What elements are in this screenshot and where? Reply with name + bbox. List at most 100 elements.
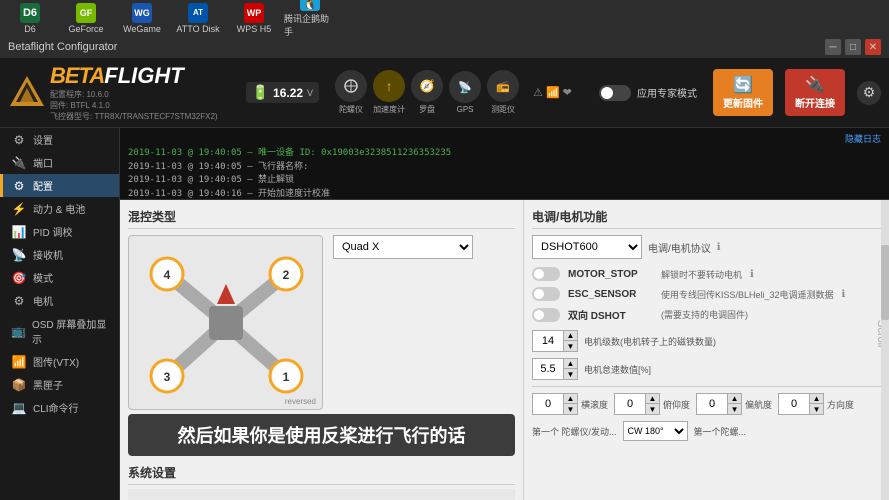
roll-value: 0 (615, 397, 645, 411)
logo-flight-text: FLIGHT (104, 63, 183, 89)
sidebar-item-cli[interactable]: 💻 CLI命令行 (0, 396, 119, 419)
sidebar-item-config[interactable]: ⚙ 配置 (0, 174, 119, 197)
maximize-button[interactable]: □ (845, 39, 861, 55)
scrollbar-thumb[interactable] (881, 245, 889, 320)
motor-idle-up[interactable]: ▲ (563, 359, 577, 369)
taskbar-app-geforce[interactable]: GF GeForce (60, 1, 112, 35)
motor-stop-row: MOTOR_STOP 解锁时不要转动电机 ℹ (532, 267, 881, 281)
sidebar-item-power[interactable]: ⚡ 动力 & 电池 (0, 197, 119, 220)
gyro-icon (343, 78, 359, 94)
sidebar-item-blackbox[interactable]: 📦 黑匣子 (0, 373, 119, 396)
svg-text:1: 1 (283, 370, 290, 384)
motor-idle-input: 5.5 ▲ ▼ (532, 358, 578, 380)
svg-text:3: 3 (164, 370, 171, 384)
drone-diagram: 4 2 3 1 reversed (128, 235, 323, 410)
sidebar-item-vtx[interactable]: 📶 图传(VTX) (0, 350, 119, 373)
gps-label: GPS (457, 105, 474, 114)
esc-sensor-info-icon[interactable]: ℹ (842, 289, 846, 300)
motor-stop-toggle[interactable] (532, 267, 560, 281)
heart-icon: ❤ (563, 86, 572, 99)
motor-poles-up[interactable]: ▲ (563, 331, 577, 341)
motor-idle-down[interactable]: ▼ (563, 369, 577, 379)
right-panel: Scroll 电调/电机功能 DSHOT600 DSHOT300 (524, 200, 889, 500)
taskbar-app-wegame[interactable]: WG WeGame (116, 1, 168, 35)
expert-toggle-switch[interactable] (599, 85, 631, 101)
sonar-icon-group: 📻 测距仪 (487, 70, 519, 115)
sidebar-modes-label: 模式 (33, 270, 53, 285)
sidebar-item-osd[interactable]: 📺 OSD 屏幕叠加显示 (0, 312, 119, 350)
sidebar-item-modes[interactable]: 🎯 模式 (0, 266, 119, 289)
pitch-down[interactable]: ▼ (563, 404, 577, 414)
scrollbar-track[interactable] (881, 200, 889, 500)
bidir-toggle[interactable] (532, 308, 560, 322)
esc-sensor-desc: 使用专线回传KISS/BLHeli_32电调遥测数据 (661, 288, 834, 301)
system-section: 系统设置 (128, 464, 515, 500)
sidebar-receiver-label: 接收机 (33, 247, 63, 262)
main-body: ⚙ 设置 🔌 端口 ⚙ 配置 ⚡ 动力 & 电池 📊 PID 调校 (0, 128, 889, 500)
minimize-button[interactable]: ─ (825, 39, 841, 55)
pitch-group: 0 ▲ ▼ 横滚度 (532, 393, 608, 415)
cw-select[interactable]: CW 180° CCW 0° CW 0° CCW 180° (623, 421, 688, 441)
motor-stop-info-icon[interactable]: ℹ (750, 269, 754, 280)
yaw-down[interactable]: ▼ (727, 404, 741, 414)
expert-mode-label: 应用专家模式 (637, 85, 697, 100)
second-motor-label: 第一个陀螺... (694, 425, 747, 438)
modes-icon: 🎯 (11, 271, 27, 285)
pitch-up[interactable]: ▲ (563, 394, 577, 404)
direction-up[interactable]: ▲ (809, 394, 823, 404)
svg-text:4: 4 (164, 268, 171, 282)
esc-sensor-toggle[interactable] (532, 287, 560, 301)
sidebar-item-receiver[interactable]: 📡 接收机 (0, 243, 119, 266)
sidebar-osd-label: OSD 屏幕叠加显示 (32, 316, 111, 346)
mixer-type-select[interactable]: Quad X Quad + Tricopter Bi Copter (333, 235, 473, 259)
reversed-label: reversed (285, 397, 316, 406)
sidebar-item-settings[interactable]: ⚙ 设置 (0, 128, 119, 151)
yaw-up[interactable]: ▲ (727, 394, 741, 404)
taskbar-app-tencent[interactable]: 🐧 腾讯企鹅助手 (284, 1, 336, 35)
sidebar-item-motor[interactable]: ⚙ 电机 (0, 289, 119, 312)
info-icons: ⚠ 📶 ❤ (533, 86, 572, 99)
window: Betaflight Configurator ─ □ ✕ BETA FL (0, 36, 889, 500)
bottom-angles: 0 ▲ ▼ 横滚度 0 (532, 393, 881, 415)
sidebar-item-port[interactable]: 🔌 端口 (0, 151, 119, 174)
compass-icon: 🧭 (420, 79, 435, 93)
svg-text:2: 2 (283, 268, 290, 282)
roll-down[interactable]: ▼ (645, 404, 659, 414)
disconnect-button[interactable]: 🔌 断开连接 (785, 69, 845, 116)
window-title: Betaflight Configurator (8, 41, 117, 53)
battery-display: 🔋 16.22 V (246, 82, 319, 103)
subtitle-overlay: 然后如果你是使用反桨进行飞行的话 (128, 414, 515, 456)
blackbox-icon: 📦 (11, 378, 27, 392)
vtx-icon: 📶 (11, 355, 27, 369)
sidebar-port-label: 端口 (33, 155, 53, 170)
direction-label: 方向度 (827, 398, 854, 411)
update-firmware-button[interactable]: 🔄 更新固件 (713, 69, 773, 116)
protocol-info-icon[interactable]: ℹ (717, 242, 721, 253)
protocol-select[interactable]: DSHOT600 DSHOT300 DSHOT150 MULTISHOT ONE… (532, 235, 642, 259)
taskbar-app-wps[interactable]: WP WPS H5 (228, 1, 280, 35)
sidebar-item-pid[interactable]: 📊 PID 调校 (0, 220, 119, 243)
esc-sensor-key: ESC_SENSOR (568, 289, 653, 300)
taskbar-app-d6[interactable]: D6 D6 (4, 1, 56, 35)
yaw-group: 0 ▲ ▼ 偏航度 (696, 393, 772, 415)
direction-down[interactable]: ▼ (809, 404, 823, 414)
close-button[interactable]: ✕ (865, 39, 881, 55)
mixer-title: 混控类型 (128, 208, 515, 229)
cli-icon: 💻 (11, 401, 27, 415)
taskbar-app-atto[interactable]: AT ATTO Disk (172, 1, 224, 35)
disconnect-label: 断开连接 (795, 95, 835, 110)
battery-unit: V (307, 88, 313, 98)
sidebar-config-label: 配置 (33, 178, 53, 193)
motor-idle-value: 5.5 (533, 362, 563, 376)
roll-up[interactable]: ▲ (645, 394, 659, 404)
right-separator (532, 386, 881, 387)
mixer-section: 混控类型 (128, 208, 515, 410)
sidebar-pid-label: PID 调校 (33, 224, 72, 239)
battery-value: 16.22 (273, 86, 303, 100)
settings-gear-button[interactable]: ⚙ (857, 81, 881, 105)
motor-poles-down[interactable]: ▼ (563, 341, 577, 351)
config-version: 配置程序: 10.6.0 (50, 89, 218, 100)
receiver-icon: 📡 (11, 248, 27, 262)
hide-log-button[interactable]: 隐藏日志 (845, 132, 881, 145)
accel-label: 加速度计 (373, 104, 405, 115)
